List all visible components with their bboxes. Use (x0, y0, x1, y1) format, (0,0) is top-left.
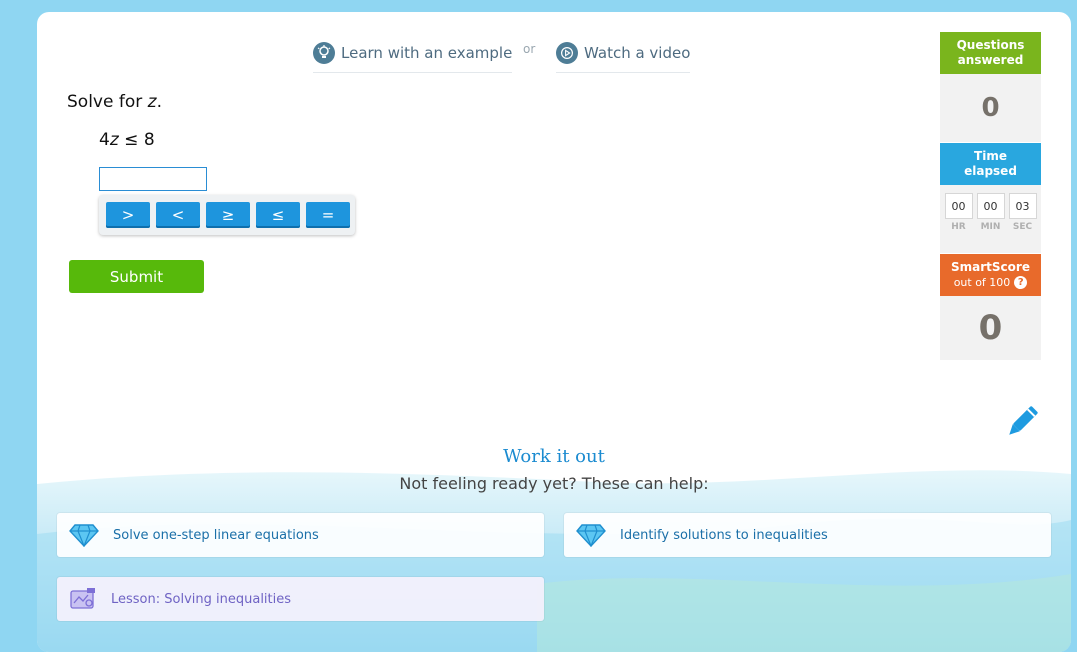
work-it-out-title: Work it out (503, 446, 605, 467)
less-than-button[interactable]: < (156, 202, 200, 228)
skill-label: Identify solutions to inequalities (620, 527, 828, 543)
smartscore-label: SmartScore (951, 260, 1030, 274)
pencil-icon[interactable] (1002, 402, 1042, 442)
question-prompt: Solve for z. (67, 92, 162, 112)
time-elapsed-body: 00 00 03 HR MIN SEC (940, 185, 1041, 253)
greater-than-button[interactable]: > (106, 202, 150, 228)
or-separator: or (523, 42, 536, 56)
prompt-text: Solve for (67, 92, 148, 112)
timer-seconds: 03 (1008, 193, 1037, 219)
coefficient: 4 (99, 130, 110, 150)
watch-video-link[interactable]: Watch a video (556, 38, 691, 73)
equation-rest: ≤ 8 (118, 130, 155, 150)
less-equal-button[interactable]: ≤ (256, 202, 300, 228)
timer-hours-unit: HR (951, 222, 966, 232)
lightbulb-icon (313, 42, 335, 64)
time-elapsed-panel: Time elapsed 00 00 03 HR MIN SEC (940, 143, 1041, 253)
symbol-tray: > < ≥ ≤ = (99, 195, 355, 235)
time-elapsed-label: Time elapsed (964, 149, 1017, 178)
skill-card-one-step-equations[interactable]: Solve one-step linear equations (57, 513, 544, 557)
smartscore-sub-label: out of 100 (953, 276, 1011, 289)
skill-label: Solve one-step linear equations (113, 527, 319, 543)
timer-minutes-unit: MIN (980, 222, 1001, 232)
lesson-label: Lesson: Solving inequalities (111, 591, 292, 607)
smartscore-value: 0 (978, 308, 1003, 348)
prompt-variable: z (147, 92, 157, 112)
practice-card: Learn with an example or Watch a video S… (37, 12, 1071, 652)
learn-with-example-label: Learn with an example (341, 44, 513, 62)
questions-answered-panel: Questions answered 0 (940, 32, 1041, 142)
skill-card-identify-solutions[interactable]: Identify solutions to inequalities (564, 513, 1051, 557)
questions-answered-header: Questions answered (940, 32, 1041, 74)
timer-hours: 00 (944, 193, 973, 219)
inequality: 4z ≤ 8 (99, 130, 155, 150)
play-icon (556, 42, 578, 64)
help-icon[interactable]: ? (1014, 276, 1028, 289)
questions-answered-count: 0 (981, 93, 1000, 123)
equals-button[interactable]: = (306, 202, 350, 228)
prompt-period: . (156, 92, 162, 112)
time-elapsed-header: Time elapsed (940, 143, 1041, 185)
questions-answered-label: Questions answered (956, 38, 1025, 67)
work-it-out-subtitle: Not feeling ready yet? These can help: (399, 474, 709, 493)
smartscore-subtitle: out of 100 ? (954, 275, 1028, 290)
lesson-card-solving-inequalities[interactable]: Lesson: Solving inequalities (57, 577, 544, 621)
answer-input[interactable] (99, 167, 207, 191)
diamond-icon (576, 523, 606, 547)
equation-variable: z (109, 130, 119, 150)
smartscore-body: 0 (940, 296, 1041, 360)
learn-with-example-link[interactable]: Learn with an example (313, 38, 513, 73)
greater-equal-button[interactable]: ≥ (206, 202, 250, 228)
timer-seconds-unit: SEC (1012, 222, 1033, 232)
watch-video-label: Watch a video (584, 44, 691, 62)
smartscore-header: SmartScore out of 100 ? (940, 254, 1041, 296)
lesson-icon (69, 587, 97, 611)
submit-button[interactable]: Submit (69, 260, 204, 293)
smartscore-panel: SmartScore out of 100 ? 0 (940, 254, 1041, 360)
questions-answered-body: 0 (940, 74, 1041, 142)
diamond-icon (69, 523, 99, 547)
timer-minutes: 00 (976, 193, 1005, 219)
